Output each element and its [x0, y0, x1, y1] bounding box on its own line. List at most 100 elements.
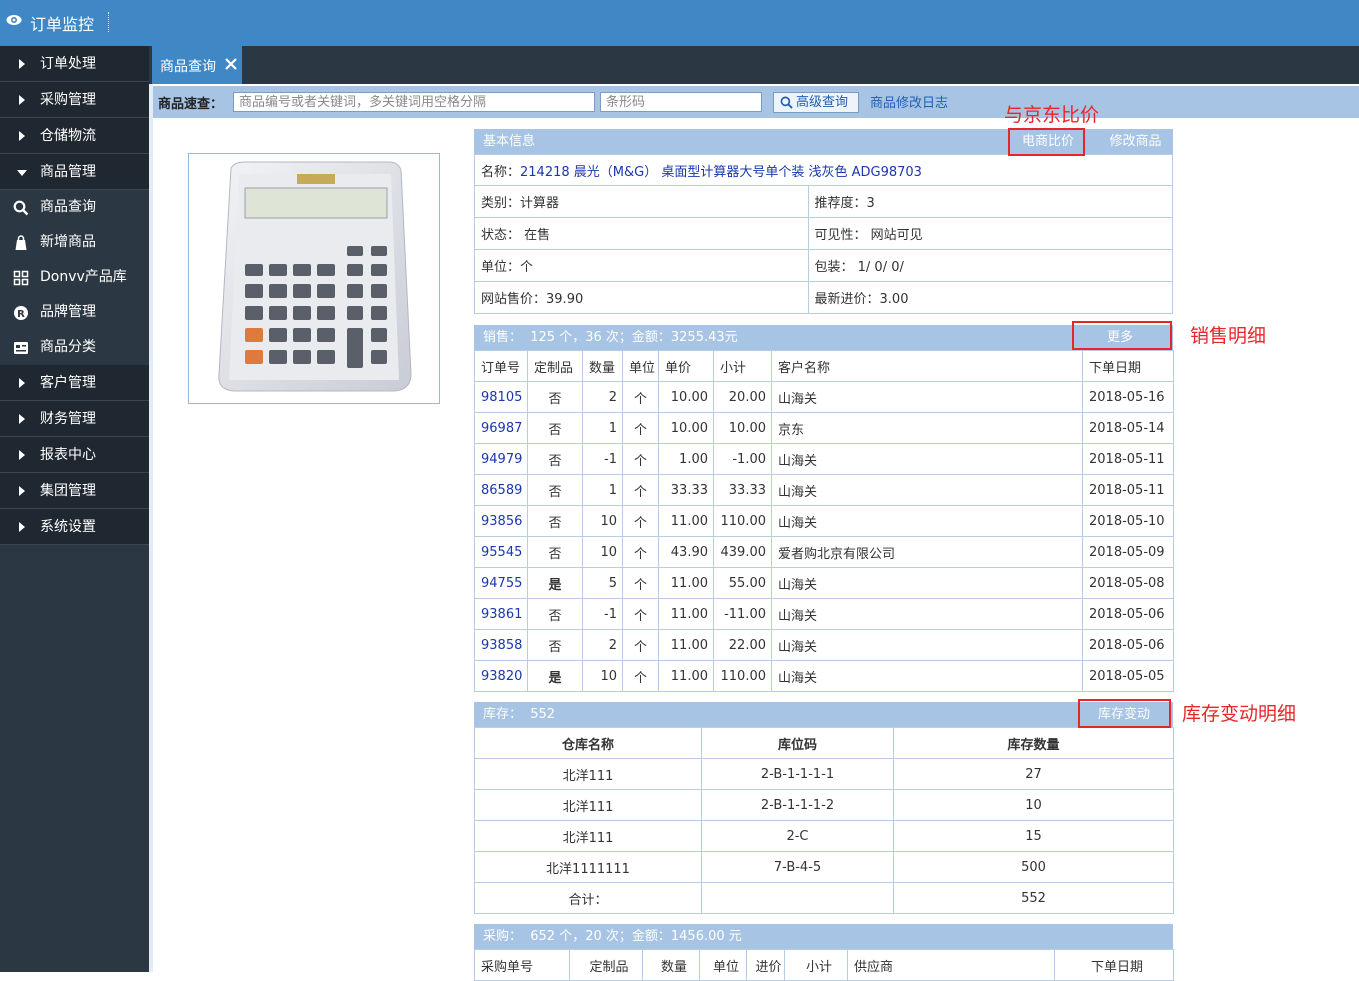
order-number-link[interactable]: 94979: [474, 443, 528, 475]
grid-icon: [13, 270, 29, 286]
table-row[interactable]: 95545 否 10 个 43.90 439.00 爱者购北京有限公司 2018-05-09: [474, 536, 1174, 568]
sidebar-item-label: 报表中心: [40, 447, 96, 463]
product-name-value: 214218 晨光（M&G） 桌面型计算器大号单个装 浅灰色 ADG98703: [520, 164, 922, 180]
caret-right-icon: [19, 522, 25, 532]
table-row: 北洋1111111 7-B-4-5 500: [474, 851, 1174, 883]
sales-table: 订单号 定制品 数量 单位 单价 小计 客户名称 下单日期 98105 否 2 个 10.00 20.0…: [474, 350, 1174, 692]
sidebar-item-reports[interactable]: 报表中心: [0, 437, 149, 473]
table-cell: 否: [527, 598, 583, 630]
table-cell: 110.00: [713, 660, 772, 692]
table-row[interactable]: 93861 否 -1 个 11.00 -11.00 山海关 2018-05-06: [474, 598, 1174, 630]
table-row[interactable]: 93858 否 2 个 11.00 22.00 山海关 2018-05-06: [474, 629, 1174, 661]
content-scroll-track[interactable]: [149, 84, 153, 972]
recommend-value: 3: [866, 196, 875, 211]
table-cell: 500: [893, 851, 1174, 883]
sidebar-subitem-label: 商品查询: [40, 199, 96, 215]
order-number-link[interactable]: 94755: [474, 567, 528, 599]
info-cell: 最新进价：3.00: [807, 281, 1173, 314]
sidebar-item-label: 商品管理: [40, 164, 96, 180]
sidebar-subitem-new-product[interactable]: 新增商品: [0, 225, 149, 260]
stock-total-label: 合计：: [474, 882, 702, 914]
sales-column-header: 下单日期: [1082, 350, 1174, 382]
stock-total-row: 合计： 552: [474, 882, 1174, 914]
sidebar-subitem-product-search[interactable]: 商品查询: [0, 190, 149, 225]
order-number-link[interactable]: 93856: [474, 505, 528, 537]
table-cell: 山海关: [771, 474, 1083, 506]
sidebar-item-orders[interactable]: 订单处理: [0, 46, 149, 82]
table-cell: 否: [527, 412, 583, 444]
info-cell: 推荐度：3: [807, 185, 1173, 218]
annotation-box-compare: [1008, 128, 1085, 156]
sidebar-item-warehouse[interactable]: 仓储物流: [0, 118, 149, 154]
tab-bar: 商品查询: [149, 46, 1359, 84]
table-cell: 10: [893, 789, 1174, 821]
sidebar-item-customers[interactable]: 客户管理: [0, 365, 149, 401]
table-row[interactable]: 86589 否 1 个 33.33 33.33 山海关 2018-05-11: [474, 474, 1174, 506]
table-cell: 个: [622, 505, 659, 537]
registered-icon: R: [14, 306, 28, 320]
info-row: 类别：计算器 推荐度：3: [474, 185, 1173, 218]
search-icon: [13, 200, 29, 216]
barcode-input[interactable]: [600, 92, 762, 112]
edit-product-button[interactable]: 修改商品: [1098, 129, 1173, 154]
order-number-link[interactable]: 86589: [474, 474, 528, 506]
table-cell: 个: [622, 474, 659, 506]
close-icon[interactable]: [224, 57, 238, 71]
sidebar-item-group[interactable]: 集团管理: [0, 473, 149, 509]
sales-header-row: 订单号 定制品 数量 单位 单价 小计 客户名称 下单日期: [474, 350, 1174, 382]
table-cell: 否: [527, 536, 583, 568]
category-icon: [14, 342, 28, 354]
sidebar-subitem-donvv-library[interactable]: Donvv产品库: [0, 260, 149, 295]
caret-right-icon: [19, 95, 25, 105]
table-cell: 北洋111: [474, 758, 702, 790]
keyword-search-input[interactable]: [233, 92, 595, 112]
sidebar-subitem-category[interactable]: 商品分类: [0, 330, 149, 365]
table-cell: 山海关: [771, 381, 1083, 413]
table-cell: 山海关: [771, 660, 1083, 692]
caret-down-icon: [17, 170, 27, 176]
table-cell: 15: [893, 820, 1174, 852]
purchase-column-header: 单位: [699, 949, 747, 981]
sales-column-header: 小计: [713, 350, 772, 382]
caret-right-icon: [19, 59, 25, 69]
table-row[interactable]: 93820 是 10 个 11.00 110.00 山海关 2018-05-05: [474, 660, 1174, 692]
order-number-link[interactable]: 93861: [474, 598, 528, 630]
order-number-link[interactable]: 93858: [474, 629, 528, 661]
sidebar-item-settings[interactable]: 系统设置: [0, 509, 149, 545]
table-cell: 2018-05-11: [1082, 443, 1174, 475]
quick-search-label: 商品速查：: [158, 97, 224, 112]
product-change-log-link[interactable]: 商品修改日志: [870, 92, 948, 111]
table-row[interactable]: 93856 否 10 个 11.00 110.00 山海关 2018-05-10: [474, 505, 1174, 537]
table-row[interactable]: 98105 否 2 个 10.00 20.00 山海关 2018-05-16: [474, 381, 1174, 413]
table-cell: 10: [582, 505, 623, 537]
table-row[interactable]: 94755 是 5 个 11.00 55.00 山海关 2018-05-08: [474, 567, 1174, 599]
table-cell: 11.00: [658, 598, 714, 630]
stock-summary: 库存： 552: [483, 707, 556, 722]
table-cell: 山海关: [771, 567, 1083, 599]
table-cell: -1: [582, 598, 623, 630]
table-cell: -1: [582, 443, 623, 475]
order-number-link[interactable]: 93820: [474, 660, 528, 692]
order-number-link[interactable]: 96987: [474, 412, 528, 444]
sidebar-subitem-brand[interactable]: R 品牌管理: [0, 295, 149, 330]
tab-product-search[interactable]: 商品查询: [152, 46, 242, 84]
sidebar-item-purchasing[interactable]: 采购管理: [0, 82, 149, 118]
order-number-link[interactable]: 98105: [474, 381, 528, 413]
visibility-value: 网站可见: [866, 228, 923, 243]
table-row[interactable]: 96987 否 1 个 10.00 10.00 京东 2018-05-14: [474, 412, 1174, 444]
table-row[interactable]: 94979 否 -1 个 1.00 -1.00 山海关 2018-05-11: [474, 443, 1174, 475]
sidebar-item-finance[interactable]: 财务管理: [0, 401, 149, 437]
sales-header: 销售： 125 个，36 次；金额：3255.43元 更多: [474, 325, 1173, 350]
advanced-search-button[interactable]: 高级查询: [773, 92, 859, 113]
sidebar-item-label: 集团管理: [40, 483, 96, 499]
order-number-link[interactable]: 95545: [474, 536, 528, 568]
annotation-box-stock: [1078, 699, 1171, 728]
sidebar-item-products[interactable]: 商品管理: [0, 154, 149, 190]
unit-value: 个: [520, 260, 534, 275]
table-cell: [701, 882, 894, 914]
table-cell: 33.33: [713, 474, 772, 506]
caret-right-icon: [19, 450, 25, 460]
stock-column-header: 库存数量: [893, 727, 1174, 759]
latest-cost-value: 3.00: [879, 292, 909, 307]
purchase-column-header: 数量: [642, 949, 700, 981]
